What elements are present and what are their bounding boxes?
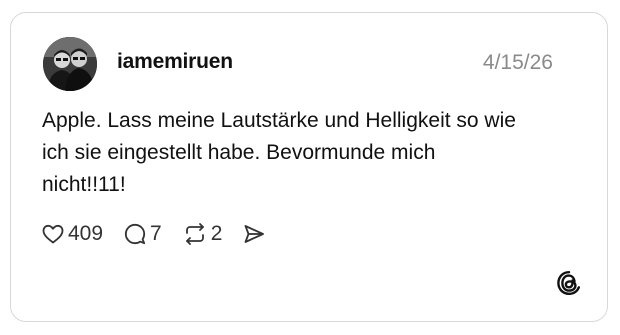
comment-bubble-icon <box>124 223 146 245</box>
post-text-line: ich sie eingestellt habe. Bevormunde mic… <box>42 141 436 164</box>
post-text-line: Apple. Lass meine Lautstärke und Helligk… <box>42 109 516 132</box>
threads-logo-icon <box>557 271 580 296</box>
heart-icon <box>42 224 64 244</box>
reply-count: 7 <box>150 222 162 245</box>
share-button[interactable] <box>242 222 266 246</box>
threads-logo-icon[interactable] <box>555 269 583 297</box>
post-text: Apple. Lass meine Lautstärke und Helligk… <box>42 105 562 201</box>
send-icon <box>245 225 265 243</box>
like-button[interactable]: 409 <box>41 222 103 246</box>
username[interactable]: iamemiruen <box>117 50 233 74</box>
post-card[interactable]: iamemiruen 4/15/26 Apple. Lass meine Lau… <box>10 12 608 322</box>
repost-button[interactable]: 2 <box>182 222 223 246</box>
repost-icon <box>185 223 204 245</box>
reply-button[interactable]: 7 <box>123 222 162 246</box>
repost-count: 2 <box>210 222 223 245</box>
avatar[interactable] <box>43 37 97 91</box>
like-count: 409 <box>68 222 104 245</box>
post-date: 4/15/26 <box>482 51 553 74</box>
post-actions: 409 7 2 <box>41 219 286 249</box>
avatar-photo-icon <box>43 37 97 91</box>
post-text-line: nicht!!11! <box>42 173 126 196</box>
